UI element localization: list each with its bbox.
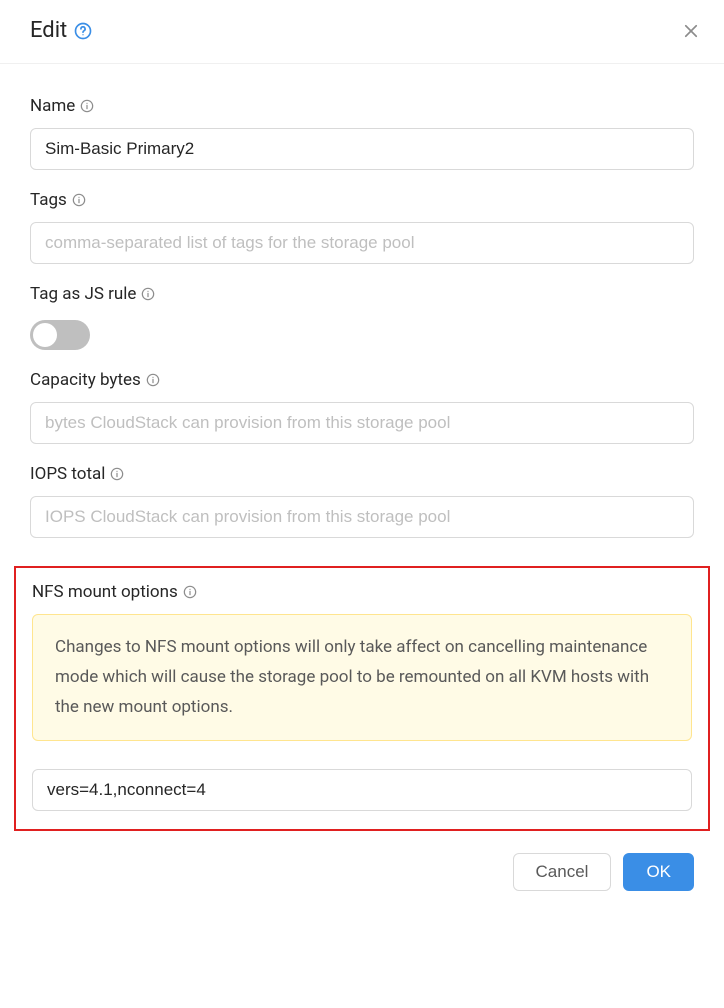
modal-header: Edit: [0, 0, 724, 64]
nfs-warning-text: Changes to NFS mount options will only t…: [55, 637, 649, 717]
tags-label-text: Tags: [30, 190, 67, 210]
info-icon[interactable]: [145, 372, 161, 388]
close-icon[interactable]: [682, 22, 700, 40]
help-icon[interactable]: [73, 21, 93, 41]
name-label: Name: [30, 96, 694, 116]
name-input[interactable]: [30, 128, 694, 170]
modal-footer: Cancel OK: [0, 841, 724, 915]
edit-modal: Edit Name Tags: [0, 0, 724, 915]
nfs-mount-label: NFS mount options: [32, 582, 692, 602]
modal-title: Edit: [30, 18, 67, 43]
capacity-bytes-input[interactable]: [30, 402, 694, 444]
modal-title-wrap: Edit: [30, 18, 93, 43]
iops-total-label-text: IOPS total: [30, 464, 105, 484]
nfs-warning-alert: Changes to NFS mount options will only t…: [32, 614, 692, 741]
iops-total-label: IOPS total: [30, 464, 694, 484]
info-icon[interactable]: [109, 466, 125, 482]
nfs-highlight-box: NFS mount options Changes to NFS mount o…: [14, 566, 710, 831]
ok-button[interactable]: OK: [623, 853, 694, 891]
iops-total-input[interactable]: [30, 496, 694, 538]
info-icon[interactable]: [71, 192, 87, 208]
info-icon[interactable]: [79, 98, 95, 114]
tag-js-rule-label-text: Tag as JS rule: [30, 284, 136, 304]
tag-js-rule-toggle[interactable]: [30, 320, 90, 350]
toggle-knob: [33, 323, 57, 347]
modal-body: Name Tags Tag as JS rule Capacity bytes: [0, 64, 724, 841]
tag-js-rule-label: Tag as JS rule: [30, 284, 694, 304]
tags-input[interactable]: [30, 222, 694, 264]
info-icon[interactable]: [140, 286, 156, 302]
capacity-bytes-label: Capacity bytes: [30, 370, 694, 390]
nfs-mount-label-text: NFS mount options: [32, 582, 178, 602]
capacity-bytes-label-text: Capacity bytes: [30, 370, 141, 390]
name-label-text: Name: [30, 96, 75, 116]
nfs-mount-input[interactable]: [32, 769, 692, 811]
info-icon[interactable]: [182, 584, 198, 600]
cancel-button[interactable]: Cancel: [513, 853, 612, 891]
tags-label: Tags: [30, 190, 694, 210]
